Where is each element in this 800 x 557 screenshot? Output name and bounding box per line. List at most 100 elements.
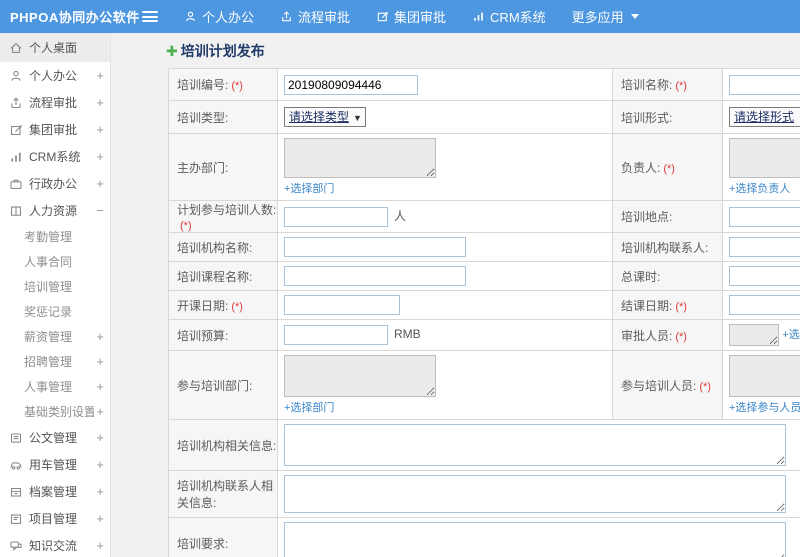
field-label: 总课时: (612, 261, 723, 291)
required-mark: (*) (675, 330, 687, 343)
field-label: 培训机构相关信息: (168, 419, 278, 471)
host-department-box[interactable] (284, 138, 436, 178)
sidebar-item-admin-office[interactable]: 行政办公 + (0, 170, 110, 197)
training-org-name-input[interactable] (284, 237, 466, 257)
training-type-select[interactable]: 请选择类型 ▼ (284, 107, 366, 127)
expand-plus[interactable]: + (94, 354, 104, 369)
nav-group-approval[interactable]: 集团审批 (376, 7, 446, 26)
sidebar-item-vehicle[interactable]: 用车管理 + (0, 451, 110, 478)
chat-icon (9, 539, 23, 553)
training-requirements-textarea[interactable] (284, 522, 786, 557)
sidebar-item-attendance[interactable]: 考勤管理 (0, 224, 110, 249)
sidebar-item-knowledge[interactable]: 知识交流 + (0, 532, 110, 557)
leader-box[interactable] (729, 138, 800, 178)
expand-plus[interactable]: + (94, 430, 104, 445)
expand-plus[interactable]: + (94, 176, 104, 191)
archive-icon (9, 485, 23, 499)
bar-chart-icon (9, 150, 23, 164)
edit-icon (9, 123, 23, 137)
briefcase-icon (9, 177, 23, 191)
participants-box[interactable] (729, 355, 800, 397)
expand-plus[interactable]: + (94, 95, 104, 110)
sidebar-item-recruit[interactable]: 招聘管理 + (0, 349, 110, 374)
required-mark: (*) (180, 220, 192, 232)
expand-plus[interactable]: + (94, 379, 104, 394)
expand-plus[interactable]: + (94, 538, 104, 553)
select-department-link[interactable]: +选择部门 (284, 180, 606, 196)
required-mark: (*) (699, 380, 711, 393)
expand-plus[interactable]: + (94, 404, 104, 419)
document-icon (9, 431, 23, 445)
training-id-input[interactable] (284, 74, 418, 95)
sidebar-item-personal-desktop[interactable]: 个人桌面 (0, 33, 110, 62)
sidebar-item-personal-office[interactable]: 个人办公 + (0, 62, 110, 89)
field-label: 培训课程名称: (168, 261, 278, 291)
expand-plus[interactable]: + (94, 484, 104, 499)
expand-plus[interactable]: + (94, 122, 104, 137)
upload-icon (280, 10, 293, 23)
sidebar-item-project[interactable]: 项目管理 + (0, 505, 110, 532)
nav-more-apps[interactable]: 更多应用 (572, 7, 639, 26)
sidebar-item-group-approval[interactable]: 集团审批 + (0, 116, 110, 143)
total-hours-input[interactable] (729, 266, 800, 286)
sidebar-item-hr[interactable]: 人力资源 − (0, 197, 110, 224)
select-approver-link[interactable]: +选择审批人员 (782, 329, 800, 341)
sidebar-item-training[interactable]: 培训管理 (0, 274, 110, 299)
caret-down-icon: ▼ (353, 113, 362, 123)
training-form-select[interactable]: 请选择形式▼ (729, 107, 800, 127)
book-icon (9, 204, 23, 218)
training-plan-form: 培训编号:(*) 培训名称:(*) 培训类型: 请选择类型▼ 培训形式: 请选择… (168, 68, 800, 557)
org-contact-info-textarea[interactable] (284, 475, 786, 513)
select-participants-link[interactable]: +选择参与人员 (729, 399, 800, 415)
budget-input[interactable] (284, 325, 388, 345)
approver-box[interactable] (729, 324, 779, 346)
expand-plus[interactable]: + (94, 68, 104, 83)
field-label: 计划参与培训人数:(*) (168, 200, 278, 233)
field-label: 参与培训人员: (*) (612, 350, 723, 420)
required-mark: (*) (663, 162, 675, 175)
plus-icon: ✚ (166, 42, 178, 59)
field-label: 开课日期: (*) (168, 290, 278, 320)
select-department-link[interactable]: +选择部门 (284, 399, 606, 415)
required-mark: (*) (675, 80, 687, 92)
sidebar-item-crm[interactable]: CRM系统 + (0, 143, 110, 170)
nav-personal-office[interactable]: 个人办公 (184, 7, 254, 26)
sidebar-item-archive[interactable]: 档案管理 + (0, 478, 110, 505)
expand-plus[interactable]: + (94, 457, 104, 472)
hamburger-menu-icon[interactable] (142, 11, 158, 22)
select-leader-link[interactable]: +选择负责人 (729, 180, 800, 196)
expand-plus[interactable]: + (94, 511, 104, 526)
sidebar-item-document[interactable]: 公文管理 + (0, 424, 110, 451)
planned-trainee-count-input[interactable] (284, 206, 388, 227)
expand-plus[interactable]: + (94, 149, 104, 164)
sidebar-item-personnel[interactable]: 人事管理 + (0, 374, 110, 399)
collapse-minus[interactable]: − (94, 203, 104, 218)
sidebar-item-hr-contract[interactable]: 人事合同 (0, 249, 110, 274)
car-icon (9, 458, 23, 472)
user-icon (9, 69, 23, 83)
nav-crm[interactable]: CRM系统 (472, 7, 546, 26)
start-date-input[interactable] (284, 295, 400, 315)
field-label: 培训机构联系人: (612, 232, 723, 262)
participating-departments-box[interactable] (284, 355, 436, 397)
sidebar: 个人桌面 个人办公 + 流程审批 + 集团审批 + CRM系统 + 行政办公 +… (0, 33, 111, 557)
caret-down-icon (630, 14, 639, 19)
end-date-input[interactable] (729, 295, 800, 315)
training-location-input[interactable] (729, 206, 800, 227)
home-icon (9, 41, 23, 55)
field-label: 培训预算: (168, 319, 278, 351)
sidebar-item-salary[interactable]: 薪资管理 + (0, 324, 110, 349)
sidebar-item-base-category[interactable]: 基础类别设置 + (0, 399, 110, 424)
sidebar-item-rewards[interactable]: 奖惩记录 (0, 299, 110, 324)
training-name-input[interactable] (729, 74, 800, 95)
field-label: 审批人员: (*) (612, 319, 723, 351)
sidebar-item-workflow-approval[interactable]: 流程审批 + (0, 89, 110, 116)
course-name-input[interactable] (284, 266, 466, 286)
nav-workflow-approval[interactable]: 流程审批 (280, 7, 350, 26)
expand-plus[interactable]: + (94, 329, 104, 344)
project-icon (9, 512, 23, 526)
org-info-textarea[interactable] (284, 424, 786, 466)
required-mark: (*) (231, 300, 243, 313)
unit-label: 人 (394, 208, 407, 223)
training-org-contact-input[interactable] (729, 237, 800, 257)
